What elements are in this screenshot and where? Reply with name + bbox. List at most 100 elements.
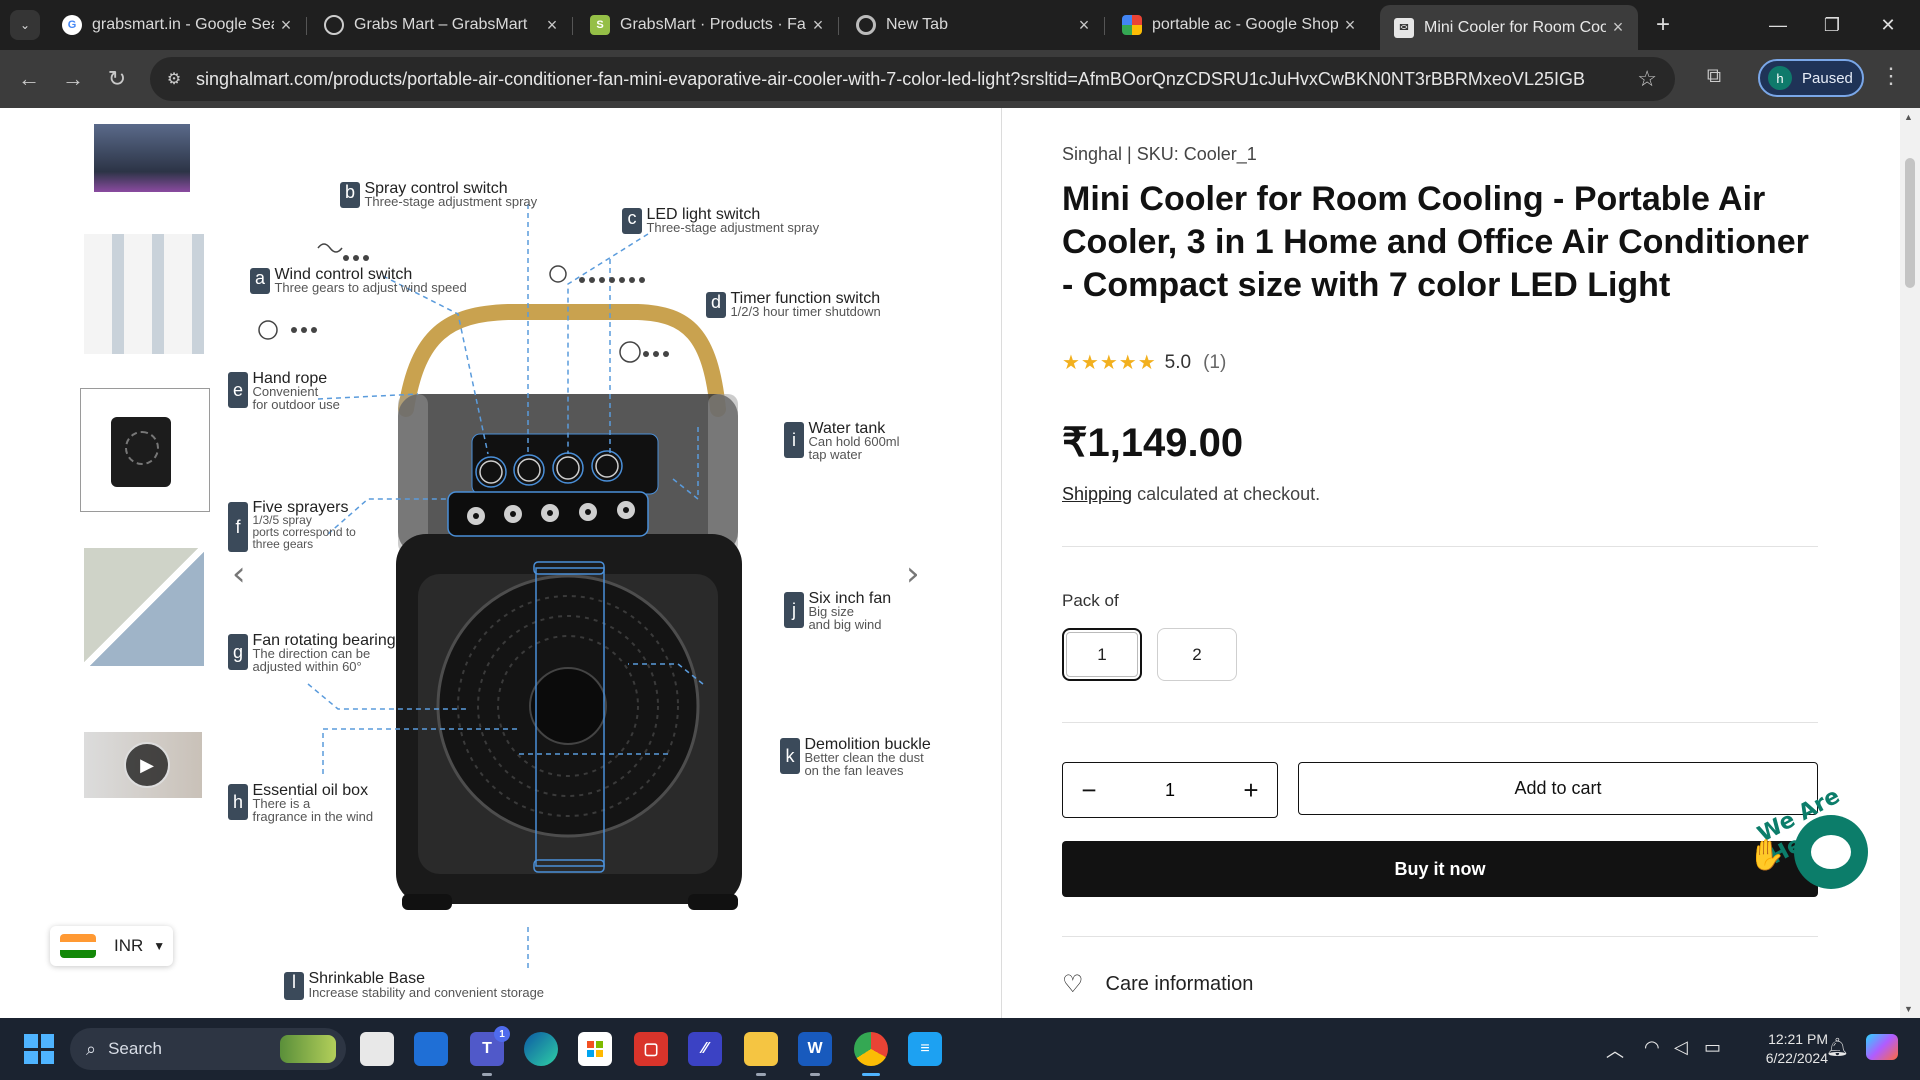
callout-d: d Timer function switch 1/2/3 hour timer … bbox=[706, 291, 881, 318]
thumbnail-2[interactable] bbox=[84, 234, 204, 354]
new-tab-button[interactable]: + bbox=[1650, 11, 1676, 38]
care-information-accordion[interactable]: ♡ Care information bbox=[1062, 970, 1253, 999]
reload-icon[interactable]: ↻ bbox=[100, 62, 134, 96]
tab-title: grabsmart.in - Google Search bbox=[92, 16, 274, 33]
thumbnail-fan-image bbox=[125, 431, 159, 465]
minimize-icon[interactable]: — bbox=[1756, 8, 1800, 42]
callout-i: i Water tank Can hold 600ml tap water bbox=[784, 421, 900, 461]
word-icon[interactable]: W bbox=[798, 1032, 832, 1076]
profile-button[interactable]: h Paused bbox=[1758, 59, 1864, 97]
callout-l: l Shrinkable Base Increase stability and … bbox=[284, 971, 544, 1000]
system-clock[interactable]: 12:21 PM 6/22/2024 bbox=[1738, 1030, 1828, 1068]
rating-value: 5.0 bbox=[1164, 351, 1192, 373]
taskbar: ⌕ Search T 1 ▢ ∕∕ W ≡ ︿ ◠ ◁ ▭ 12:21 PM 6… bbox=[0, 1018, 1920, 1080]
decrease-quantity-button[interactable]: − bbox=[1077, 775, 1101, 806]
forward-icon[interactable]: → bbox=[56, 62, 90, 96]
tab-new-tab[interactable]: New Tab × bbox=[842, 5, 1105, 45]
next-image-icon[interactable]: › bbox=[906, 554, 920, 594]
copilot-icon[interactable] bbox=[1866, 1034, 1898, 1060]
currency-selector[interactable]: INR ▼ bbox=[50, 926, 173, 966]
rating[interactable]: ★★★★★ 5.0 (1) bbox=[1062, 350, 1226, 375]
volume-icon[interactable]: ◁ bbox=[1674, 1037, 1688, 1058]
chevron-down-icon: ▼ bbox=[153, 939, 166, 953]
star-rating-icon: ★★★★★ bbox=[1062, 352, 1157, 374]
powerpoint-icon[interactable]: ▢ bbox=[634, 1032, 668, 1066]
callout-a: a Wind control switch Three gears to adju… bbox=[250, 267, 467, 294]
tab-title: Grabs Mart – GrabsMart bbox=[354, 16, 528, 33]
divider bbox=[1062, 546, 1818, 547]
taskbar-search[interactable]: ⌕ Search bbox=[70, 1028, 346, 1070]
notification-bell-icon[interactable]: 🔔︎ bbox=[1826, 1037, 1849, 1058]
menu-icon[interactable]: ⋮ bbox=[1880, 63, 1902, 89]
close-tab-icon[interactable]: × bbox=[1072, 15, 1096, 36]
close-tab-icon[interactable]: × bbox=[1338, 15, 1362, 36]
scroll-down-icon[interactable]: ▼ bbox=[1904, 1004, 1913, 1014]
add-to-cart-button[interactable]: Add to cart bbox=[1298, 762, 1818, 815]
chat-button[interactable] bbox=[1794, 815, 1868, 889]
extensions-icon[interactable]: ⧉ bbox=[1700, 62, 1728, 90]
close-tab-icon[interactable]: × bbox=[540, 15, 564, 36]
search-highlight-icon bbox=[280, 1035, 336, 1063]
tab-mini-cooler[interactable]: ✉ Mini Cooler for Room Cooling × bbox=[1380, 5, 1638, 50]
price: ₹1,149.00 bbox=[1062, 421, 1244, 465]
pack-option-1[interactable]: 1 bbox=[1062, 628, 1142, 681]
thumbnail-4[interactable] bbox=[84, 548, 204, 666]
chrome-icon bbox=[856, 15, 876, 35]
task-view-icon[interactable] bbox=[360, 1032, 394, 1066]
teams-icon[interactable]: T 1 bbox=[470, 1026, 510, 1076]
site-info-icon[interactable]: ⚙ bbox=[162, 67, 186, 91]
previous-image-icon[interactable]: ‹ bbox=[232, 554, 246, 594]
wifi-icon[interactable]: ◠ bbox=[1644, 1037, 1660, 1058]
teams-notification-badge: 1 bbox=[494, 1026, 510, 1042]
shipping-note: Shipping calculated at checkout. bbox=[1062, 484, 1320, 505]
shipping-link[interactable]: Shipping bbox=[1062, 484, 1132, 504]
back-icon[interactable]: ← bbox=[12, 62, 46, 96]
close-tab-icon[interactable]: × bbox=[274, 15, 298, 36]
bookmark-star-icon[interactable]: ☆ bbox=[1637, 66, 1657, 92]
india-flag-icon bbox=[60, 934, 96, 958]
tab-search-button[interactable]: ⌄ bbox=[10, 10, 40, 40]
product-page: ▶ b Spray control switch Three-stage adj… bbox=[0, 108, 1920, 1018]
quantity-value[interactable]: 1 bbox=[1165, 780, 1175, 801]
thumbnail-video[interactable]: ▶ bbox=[84, 732, 202, 798]
chevron-up-icon[interactable]: ︿ bbox=[1606, 1037, 1624, 1063]
chat-icon bbox=[1811, 835, 1851, 869]
notepad-icon[interactable]: ≡ bbox=[908, 1032, 942, 1066]
google-shopping-icon bbox=[1122, 15, 1142, 35]
buy-it-now-button[interactable]: Buy it now bbox=[1062, 841, 1818, 897]
microsoft-store-icon[interactable] bbox=[578, 1032, 612, 1066]
taskbar-search-label: Search bbox=[108, 1039, 162, 1058]
tab-grabsmart[interactable]: Grabs Mart – GrabsMart × bbox=[310, 5, 573, 45]
thumbnail-1[interactable] bbox=[94, 124, 190, 192]
windows-start-icon[interactable] bbox=[24, 1034, 54, 1064]
scroll-up-icon[interactable]: ▲ bbox=[1904, 112, 1913, 122]
close-window-icon[interactable]: ✕ bbox=[1866, 8, 1910, 42]
tab-google-shopping[interactable]: portable ac - Google Shopping × bbox=[1108, 5, 1370, 45]
address-bar[interactable]: ⚙ singhalmart.com/products/portable-air-… bbox=[150, 57, 1675, 101]
increase-quantity-button[interactable]: + bbox=[1239, 775, 1263, 806]
url-text[interactable]: singhalmart.com/products/portable-air-co… bbox=[196, 69, 1586, 90]
restore-icon[interactable]: ❐ bbox=[1810, 8, 1854, 42]
tab-grabsmart-products[interactable]: S GrabsMart · Products · Fan × bbox=[576, 5, 839, 45]
close-tab-icon[interactable]: × bbox=[1606, 17, 1630, 38]
callout-c: c LED light switch Three-stage adjustment… bbox=[622, 207, 819, 234]
callout-j: j Six inch fan Big size and big wind bbox=[784, 591, 891, 631]
page-scrollbar[interactable]: ▲ ▼ bbox=[1900, 108, 1920, 1018]
pack-option-2[interactable]: 2 bbox=[1157, 628, 1237, 681]
toolbar: ← → ↻ ⚙ singhalmart.com/products/portabl… bbox=[0, 50, 1920, 108]
tab-title: Mini Cooler for Room Cooling bbox=[1424, 18, 1606, 36]
battery-icon[interactable]: ▭ bbox=[1704, 1037, 1721, 1058]
callout-k: k Demolition buckle Better clean the dust… bbox=[780, 737, 931, 777]
scrollbar-thumb[interactable] bbox=[1905, 158, 1915, 288]
thumbnail-3-selected[interactable] bbox=[80, 388, 210, 512]
play-icon[interactable]: ▶ bbox=[124, 742, 170, 788]
close-tab-icon[interactable]: × bbox=[806, 15, 830, 36]
tab-google-search[interactable]: G grabsmart.in - Google Search × bbox=[48, 5, 307, 45]
shipping-text: calculated at checkout. bbox=[1132, 484, 1321, 504]
tab-title: New Tab bbox=[886, 16, 948, 33]
edge-icon[interactable] bbox=[524, 1032, 558, 1066]
writing-app-icon[interactable]: ∕∕ bbox=[688, 1032, 722, 1066]
chrome-taskbar-icon[interactable] bbox=[854, 1032, 888, 1076]
widgets-icon[interactable] bbox=[414, 1032, 448, 1066]
file-explorer-icon[interactable] bbox=[744, 1032, 778, 1076]
